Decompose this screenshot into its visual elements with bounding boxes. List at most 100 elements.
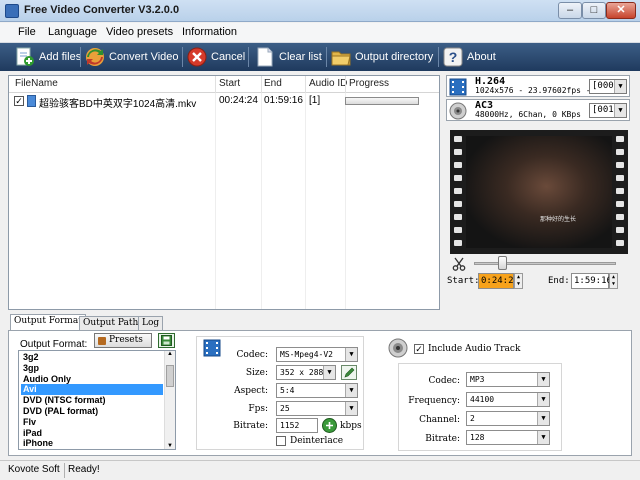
maximize-button[interactable]: □ bbox=[582, 2, 606, 19]
film-icon bbox=[449, 78, 467, 96]
trim-slider-track[interactable] bbox=[474, 262, 616, 265]
chevron-down-icon: ▼ bbox=[537, 431, 549, 444]
tab-log[interactable]: Log bbox=[138, 316, 164, 330]
clear-list-button[interactable]: Clear list bbox=[254, 46, 324, 68]
audio-track-select[interactable]: [001 ▼ bbox=[589, 103, 627, 118]
col-progress-header[interactable]: Progress bbox=[349, 78, 389, 89]
column-line bbox=[215, 93, 216, 309]
save-icon bbox=[161, 335, 172, 346]
video-bitrate-value: 1152 bbox=[280, 421, 300, 430]
audio-bitrate-select[interactable]: 128 ▼ bbox=[466, 430, 550, 445]
column-divider bbox=[261, 76, 262, 93]
column-divider bbox=[345, 76, 346, 93]
video-aspect-select[interactable]: 5:4 ▼ bbox=[276, 383, 358, 398]
minimize-button[interactable]: – bbox=[558, 2, 582, 19]
audio-detail-label: 48000Hz, 6Chan, 0 KBps bbox=[475, 110, 581, 119]
trim-slider-thumb[interactable] bbox=[498, 256, 508, 270]
video-fps-field-label: Fps: bbox=[248, 404, 268, 414]
col-start-header[interactable]: Start bbox=[219, 78, 240, 89]
format-option[interactable]: iPad bbox=[21, 428, 163, 439]
add-files-button[interactable]: Add files bbox=[14, 46, 81, 68]
chevron-down-icon: ▼ bbox=[537, 412, 549, 425]
clear-list-icon bbox=[257, 47, 273, 67]
format-option[interactable]: DVD (PAL format) bbox=[21, 406, 163, 417]
film-sprocket bbox=[616, 240, 624, 246]
tab-output-path[interactable]: Output Path bbox=[79, 316, 143, 330]
format-option[interactable]: 3g2 bbox=[21, 352, 163, 363]
end-time-input[interactable]: 1:59:16 ▲ ▼ bbox=[571, 273, 618, 289]
format-option[interactable]: Audio Only bbox=[21, 374, 163, 385]
preview-subtitle: 那种好的生长 bbox=[540, 217, 577, 223]
file-list-header: FileName Start End Audio ID Progress bbox=[9, 76, 439, 93]
audio-id-cell: [1] bbox=[309, 95, 321, 106]
help-icon: ? bbox=[443, 47, 463, 67]
column-line bbox=[261, 93, 262, 309]
table-row[interactable]: ✓ 超验骇客BD中英双字1024高清.mkv 00:24:24 01:59:16… bbox=[9, 94, 439, 110]
about-button[interactable]: ? About bbox=[442, 46, 498, 68]
add-files-label: Add files bbox=[39, 51, 82, 63]
format-option[interactable]: Avi bbox=[21, 384, 163, 396]
scroll-down-icon[interactable]: ▼ bbox=[167, 443, 173, 449]
audio-frequency-select[interactable]: 44100 ▼ bbox=[466, 392, 550, 407]
format-option[interactable]: 3gp bbox=[21, 363, 163, 374]
audio-channel-select[interactable]: 2 ▼ bbox=[466, 411, 550, 426]
format-option[interactable]: Flv bbox=[21, 417, 163, 428]
col-filename-header[interactable]: FileName bbox=[15, 78, 58, 89]
video-aspect-field-label: Aspect: bbox=[234, 386, 268, 396]
start-time-spinner[interactable]: ▲ ▼ bbox=[514, 273, 523, 289]
cancel-button[interactable]: Cancel bbox=[186, 46, 245, 68]
close-button[interactable]: ✕ bbox=[606, 2, 636, 19]
add-files-icon bbox=[16, 47, 34, 66]
video-track-value: [000 bbox=[592, 81, 614, 91]
scroll-up-icon[interactable]: ▲ bbox=[167, 351, 173, 357]
title-bar: Free Video Converter V3.2.0.0 – □ ✕ bbox=[0, 0, 640, 22]
video-size-select[interactable]: 352 x 288 ▼ bbox=[276, 365, 336, 380]
toolbar-divider bbox=[80, 47, 81, 67]
menu-language[interactable]: Language bbox=[48, 26, 97, 38]
format-option[interactable]: DVD (NTSC format) bbox=[21, 395, 163, 406]
bitrate-add-button[interactable] bbox=[322, 418, 337, 433]
video-codec-select[interactable]: MS-Mpeg4-V2 ▼ bbox=[276, 347, 358, 362]
menu-video-presets[interactable]: Video presets bbox=[106, 26, 173, 38]
menu-file[interactable]: File bbox=[18, 26, 36, 38]
deinterlace-label: Deinterlace bbox=[290, 436, 344, 446]
edit-size-button[interactable] bbox=[341, 365, 357, 380]
toolbar-divider bbox=[248, 47, 249, 67]
column-line bbox=[305, 93, 306, 309]
scroll-thumb[interactable] bbox=[166, 365, 174, 387]
tab-output-format[interactable]: Output Format bbox=[10, 314, 86, 331]
deinterlace-checkbox[interactable] bbox=[276, 436, 286, 446]
menu-information[interactable]: Information bbox=[182, 26, 237, 38]
presets-button[interactable]: Presets bbox=[94, 333, 152, 348]
video-track-select[interactable]: [000 ▼ bbox=[589, 79, 627, 94]
film-sprocket bbox=[454, 136, 462, 142]
row-checkbox[interactable]: ✓ bbox=[14, 96, 24, 106]
chevron-down-icon: ▼ bbox=[345, 348, 357, 361]
convert-icon bbox=[86, 48, 104, 66]
video-fps-select[interactable]: 25 ▼ bbox=[276, 401, 358, 416]
video-bitrate-input[interactable]: 1152 bbox=[276, 418, 318, 433]
scissors-icon bbox=[452, 257, 466, 271]
app-icon bbox=[5, 4, 19, 18]
output-directory-button[interactable]: Output directory bbox=[330, 46, 434, 68]
format-list[interactable]: 3g2 3gp Audio Only Avi DVD (NTSC format) DVD … bbox=[18, 350, 176, 450]
save-preset-button[interactable] bbox=[158, 333, 175, 348]
company-label: Kovote Soft bbox=[8, 464, 60, 475]
film-sprocket bbox=[454, 227, 462, 233]
include-audio-checkbox[interactable]: ✓ bbox=[414, 344, 424, 354]
svg-text:?: ? bbox=[449, 49, 458, 65]
video-size-value: 352 x 288 bbox=[280, 368, 324, 377]
col-end-header[interactable]: End bbox=[264, 78, 282, 89]
format-option[interactable]: iPhone bbox=[21, 438, 163, 449]
status-message: Ready! bbox=[68, 464, 100, 475]
file-list[interactable]: FileName Start End Audio ID Progress ✓ 超… bbox=[8, 75, 440, 310]
col-audio-id-header[interactable]: Audio ID bbox=[309, 78, 347, 89]
end-time-spinner[interactable]: ▲ ▼ bbox=[609, 273, 618, 289]
video-size-field-label: Size: bbox=[245, 368, 268, 378]
audio-codec-select[interactable]: MP3 ▼ bbox=[466, 372, 550, 387]
start-time-input[interactable]: 0:24:24 ▲ ▼ bbox=[478, 273, 523, 289]
convert-video-button[interactable]: Convert Video bbox=[84, 46, 179, 68]
pencil-icon bbox=[344, 367, 355, 378]
toolbar: Add files Convert Video Cancel Clear lis… bbox=[0, 43, 640, 71]
format-list-scrollbar[interactable]: ▲ ▼ bbox=[164, 351, 175, 449]
